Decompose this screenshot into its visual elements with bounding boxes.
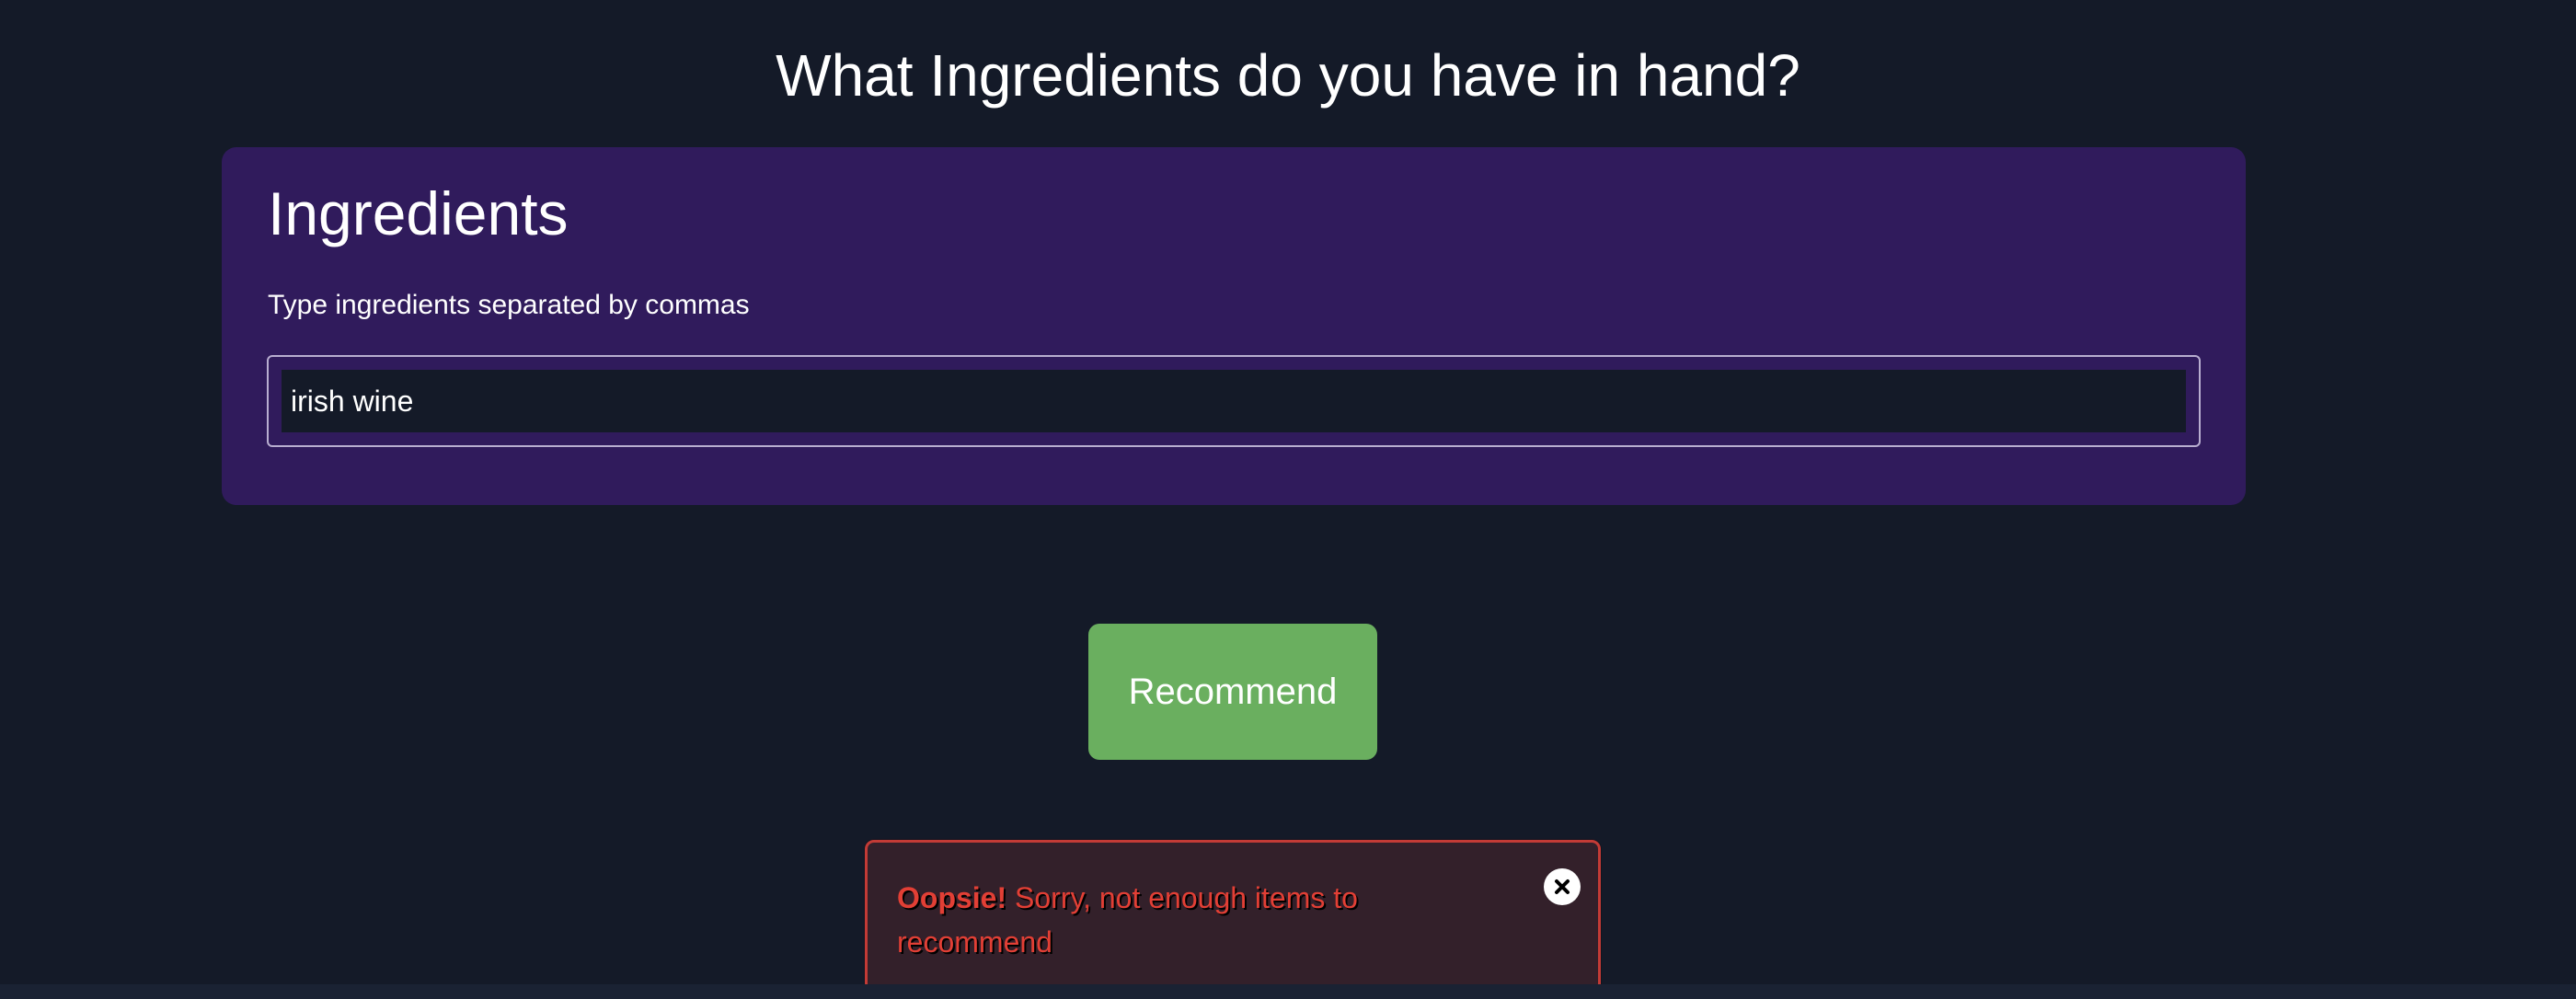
bottom-band xyxy=(0,984,2576,999)
alert-strong: Oopsie! xyxy=(897,881,1007,914)
error-alert: Oopsie! Sorry, not enough items to recom… xyxy=(865,840,1601,993)
ingredients-card: Ingredients Type ingredients separated b… xyxy=(222,147,2246,505)
close-alert-button[interactable] xyxy=(1544,868,1581,905)
page-title: What Ingredients do you have in hand? xyxy=(776,42,1800,109)
recommend-button[interactable]: Recommend xyxy=(1088,624,1377,760)
alert-message-wrapper: Oopsie! Sorry, not enough items to recom… xyxy=(897,876,1412,964)
ingredients-input-frame xyxy=(267,355,2201,447)
ingredients-title: Ingredients xyxy=(268,179,569,247)
ingredients-hint: Type ingredients separated by commas xyxy=(268,290,750,320)
ingredients-input[interactable] xyxy=(282,370,2186,432)
